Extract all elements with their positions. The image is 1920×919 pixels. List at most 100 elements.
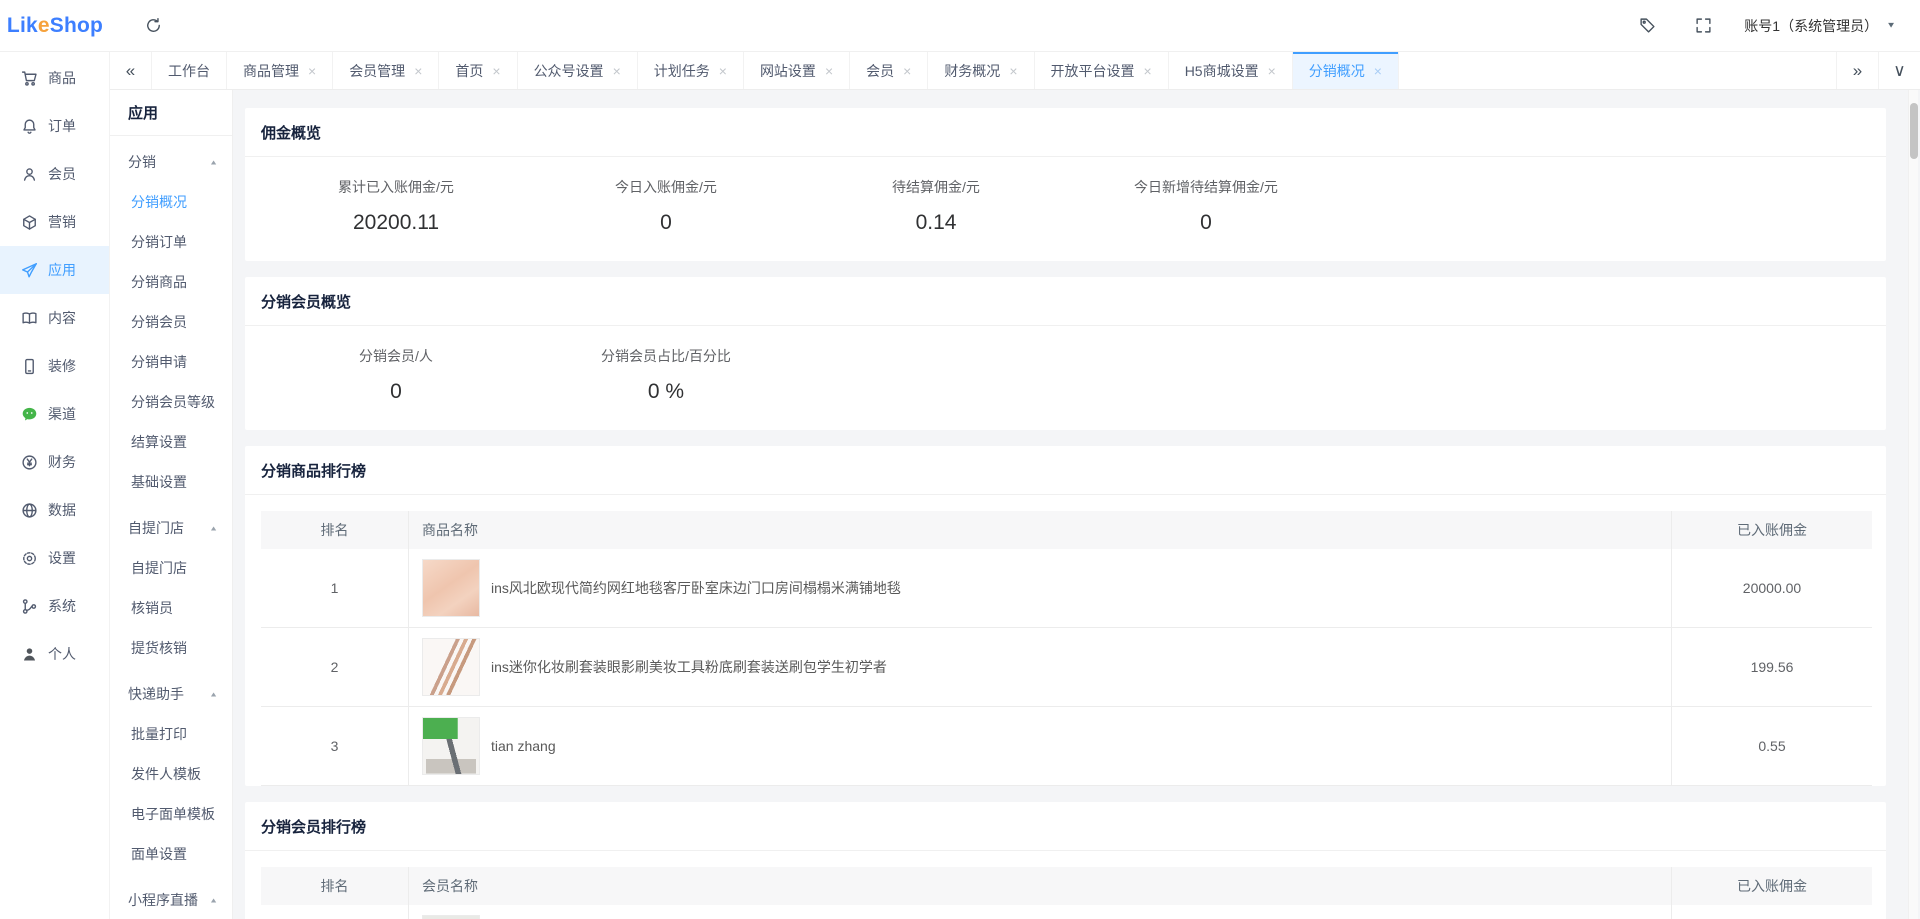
tab-bar: « 工作台 商品管理× 会员管理× 首页× 公众号设置× 计划任务× 网站设置×…: [110, 52, 1920, 90]
tabs-strip: 工作台 商品管理× 会员管理× 首页× 公众号设置× 计划任务× 网站设置× 会…: [152, 52, 1836, 89]
close-icon[interactable]: ×: [414, 64, 422, 78]
product-image: [422, 717, 480, 775]
submenu-item-distribution-member-levels[interactable]: 分销会员等级: [110, 382, 232, 422]
close-icon[interactable]: ×: [1009, 64, 1017, 78]
table-header: 排名 会员名称 已入账佣金: [261, 867, 1872, 905]
tag-icon[interactable]: [1632, 11, 1662, 41]
sidebar-item-decoration[interactable]: 装修: [0, 342, 109, 390]
submenu-item-distribution-overview[interactable]: 分销概况: [110, 182, 232, 222]
sidebar-item-settings[interactable]: 设置: [0, 534, 109, 582]
submenu-item-distribution-orders[interactable]: 分销订单: [110, 222, 232, 262]
caret-up-icon: ▲: [209, 158, 218, 166]
stat-total-commission: 累计已入账佣金/元 20200.11: [261, 177, 531, 235]
close-icon[interactable]: ×: [1144, 64, 1152, 78]
product-image: [422, 638, 480, 696]
sidebar-item-members[interactable]: 会员: [0, 150, 109, 198]
sidebar-item-channels[interactable]: 渠道: [0, 390, 109, 438]
tab-member[interactable]: 会员×: [850, 52, 928, 89]
tab-finance-overview[interactable]: 财务概况×: [928, 52, 1034, 89]
caret-up-icon: ▲: [209, 690, 218, 698]
sidebar-item-orders[interactable]: 订单: [0, 102, 109, 150]
member-ranking-table: 排名 会员名称 已入账佣金 1 玲子 12000.00: [261, 867, 1872, 919]
content-icon: [20, 309, 38, 327]
data-icon: [20, 501, 38, 519]
top-header-main: 账号1（系统管理员） ▼: [110, 0, 1920, 51]
close-icon[interactable]: ×: [492, 64, 500, 78]
sidebar-item-personal[interactable]: 个人: [0, 630, 109, 678]
close-icon[interactable]: ×: [308, 64, 316, 78]
tab-h5-mall-settings[interactable]: H5商城设置×: [1169, 52, 1293, 89]
submenu-item-distribution-products[interactable]: 分销商品: [110, 262, 232, 302]
tab-scheduled-tasks[interactable]: 计划任务×: [638, 52, 744, 89]
decoration-icon: [20, 357, 38, 375]
tab-product-management[interactable]: 商品管理×: [227, 52, 333, 89]
submenu-item-pickup-store[interactable]: 自提门店: [110, 548, 232, 588]
tab-distribution-overview[interactable]: 分销概况×: [1293, 52, 1399, 89]
stat-today-new-pending-commission: 今日新增待结算佣金/元 0: [1071, 177, 1341, 235]
sidebar-item-data[interactable]: 数据: [0, 486, 109, 534]
likeshop-logo[interactable]: LikeShop: [0, 0, 110, 51]
marketing-icon: [20, 213, 38, 231]
submenu-item-distribution-members[interactable]: 分销会员: [110, 302, 232, 342]
submenu-group-distribution[interactable]: 分销▲: [110, 142, 232, 182]
sidebar-item-content[interactable]: 内容: [0, 294, 109, 342]
tab-member-management[interactable]: 会员管理×: [333, 52, 439, 89]
submenu-item-pickup-verification[interactable]: 提货核销: [110, 628, 232, 668]
commission-stats-row: 累计已入账佣金/元 20200.11 今日入账佣金/元 0 待结算佣金/元 0.…: [245, 157, 1886, 261]
tab-official-account-settings[interactable]: 公众号设置×: [518, 52, 638, 89]
card-title-product-ranking: 分销商品排行榜: [245, 446, 1886, 495]
submenu-item-e-waybill-template[interactable]: 电子面单模板: [110, 794, 232, 834]
tab-open-platform-settings[interactable]: 开放平台设置×: [1035, 52, 1169, 89]
tab-workbench[interactable]: 工作台: [152, 52, 227, 89]
stat-today-commission: 今日入账佣金/元 0: [531, 177, 801, 235]
application-icon: [20, 261, 38, 279]
refresh-icon[interactable]: [138, 11, 168, 41]
product-ranking-card: 分销商品排行榜 排名 商品名称 已入账佣金 1 ins风北欧现代简约网红地毯客厅…: [245, 446, 1886, 786]
account-label: 账号1（系统管理员）: [1744, 16, 1878, 36]
caret-up-icon: ▲: [209, 524, 218, 532]
stat-distribution-member-ratio: 分销会员占比/百分比 0 %: [531, 346, 801, 404]
submenu-group-express-assistant[interactable]: 快递助手▲: [110, 674, 232, 714]
table-row: 2 ins迷你化妆刷套装眼影刷美妆工具粉底刷套装送刷包学生初学者 199.56: [261, 628, 1872, 707]
submenu-item-verifier[interactable]: 核销员: [110, 588, 232, 628]
submenu-group-miniprogram-live[interactable]: 小程序直播▲: [110, 880, 232, 919]
close-icon[interactable]: ×: [1374, 64, 1382, 78]
submenu-item-settlement-settings[interactable]: 结算设置: [110, 422, 232, 462]
sidebar-item-marketing[interactable]: 营销: [0, 198, 109, 246]
close-icon[interactable]: ×: [903, 64, 911, 78]
close-icon[interactable]: ×: [719, 64, 727, 78]
member-ranking-card: 分销会员排行榜 排名 会员名称 已入账佣金 1 玲子 12000.00: [245, 802, 1886, 919]
tab-website-settings[interactable]: 网站设置×: [744, 52, 850, 89]
sidebar-item-goods[interactable]: 商品: [0, 54, 109, 102]
submenu-item-distribution-applications[interactable]: 分销申请: [110, 342, 232, 382]
top-header: LikeShop 账号1（系统管理员） ▼: [0, 0, 1920, 52]
member-icon: [20, 165, 38, 183]
commission-overview-card: 佣金概览 累计已入账佣金/元 20200.11 今日入账佣金/元 0 待结算佣金…: [245, 108, 1886, 261]
scrollbar-thumb[interactable]: [1910, 103, 1918, 159]
product-name: ins风北欧现代简约网红地毯客厅卧室床边门口房间榻榻米满铺地毯: [491, 578, 901, 598]
tab-home[interactable]: 首页×: [439, 52, 517, 89]
vertical-scrollbar[interactable]: [1908, 90, 1918, 919]
close-icon[interactable]: ×: [1268, 64, 1276, 78]
stat-distribution-members: 分销会员/人 0: [261, 346, 531, 404]
sidebar-item-finance[interactable]: 财务: [0, 438, 109, 486]
close-icon[interactable]: ×: [825, 64, 833, 78]
sidebar-item-applications[interactable]: 应用: [0, 246, 109, 294]
table-row: 1 玲子 12000.00: [261, 905, 1872, 919]
sidebar-item-system[interactable]: 系统: [0, 582, 109, 630]
tabs-scroll-left-button[interactable]: «: [110, 52, 152, 89]
close-icon[interactable]: ×: [613, 64, 621, 78]
submenu-item-batch-print[interactable]: 批量打印: [110, 714, 232, 754]
submenu-group-pickup-store[interactable]: 自提门店▲: [110, 508, 232, 548]
tabs-scroll-right-button[interactable]: »: [1836, 52, 1878, 89]
order-icon: [20, 117, 38, 135]
finance-icon: [20, 453, 38, 471]
submenu-item-waybill-settings[interactable]: 面单设置: [110, 834, 232, 874]
submenu-item-basic-settings[interactable]: 基础设置: [110, 462, 232, 502]
tabs-dropdown-button[interactable]: ∨: [1878, 52, 1920, 89]
fullscreen-icon[interactable]: [1688, 11, 1718, 41]
secondary-sidebar: 应用 分销▲ 分销概况 分销订单 分销商品 分销会员 分销申请 分销会员等级 结…: [110, 90, 233, 919]
table-row: 1 ins风北欧现代简约网红地毯客厅卧室床边门口房间榻榻米满铺地毯 20000.…: [261, 549, 1872, 628]
account-menu[interactable]: 账号1（系统管理员） ▼: [1744, 16, 1896, 36]
submenu-item-sender-template[interactable]: 发件人模板: [110, 754, 232, 794]
